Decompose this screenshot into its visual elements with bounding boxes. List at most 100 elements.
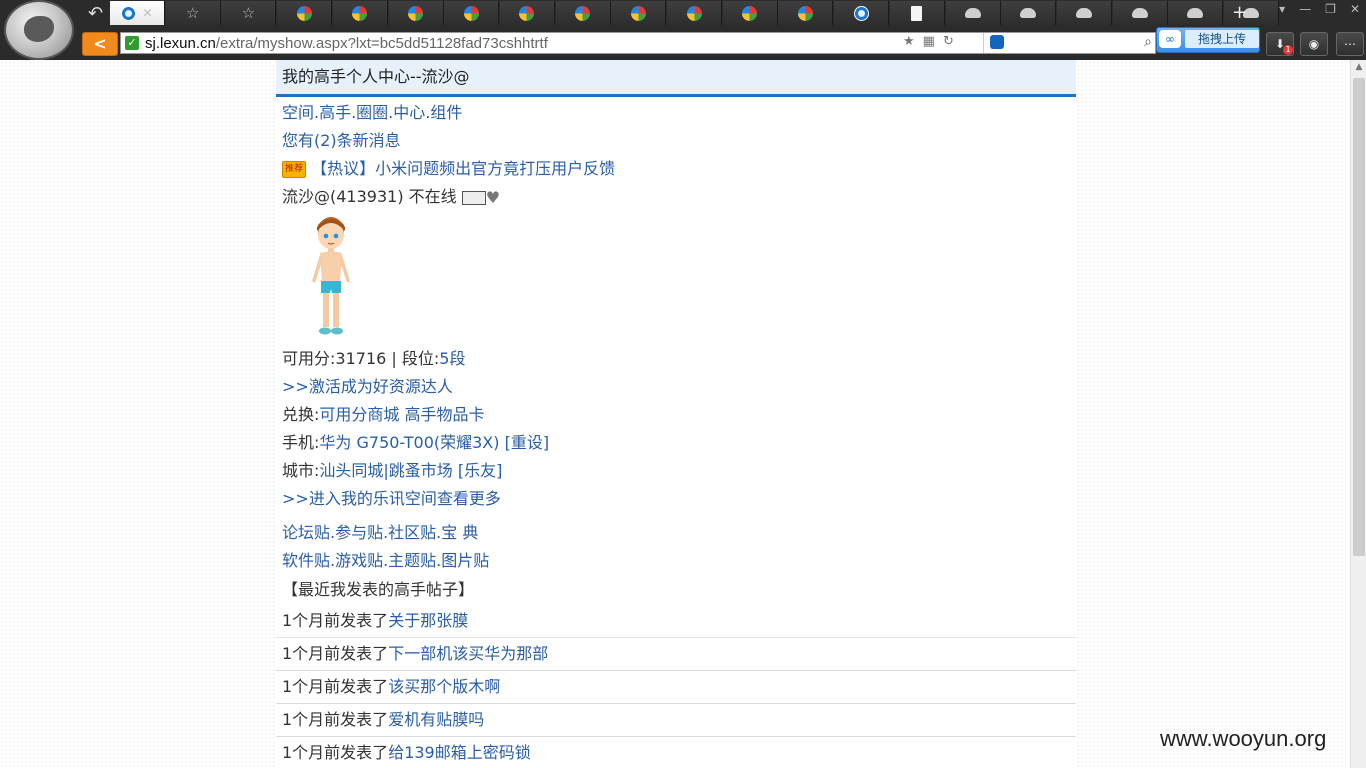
sina-icon: [296, 5, 312, 21]
cloud-icon: [1020, 8, 1037, 18]
new-tab-icon[interactable]: +: [1232, 2, 1247, 23]
profile-content: 空间.高手.圈圈.中心.组件 您有(2)条新消息 推荐 【热议】小米问题频出官方…: [276, 97, 1076, 605]
browser-tab[interactable]: [667, 1, 722, 25]
skin-icon[interactable]: ▾: [1279, 2, 1285, 16]
scroll-up-icon[interactable]: ▲: [1353, 62, 1365, 74]
phone-model-link[interactable]: 华为 G750-T00(荣耀3X): [319, 433, 499, 452]
download-button[interactable]: ⬇ 1: [1266, 32, 1294, 56]
page-scrollbar[interactable]: ▲: [1350, 60, 1366, 768]
menu-button[interactable]: ⋯: [1336, 32, 1364, 56]
drag-upload-label: 拖拽上传: [1185, 30, 1259, 48]
puma-logo-icon: [24, 16, 54, 42]
list-item: 1个月前发表了关于那张膜: [276, 605, 1076, 638]
url-path: /extra/myshow.aspx?lxt=bc5dd51128fad73cs…: [215, 35, 548, 52]
refresh-icon[interactable]: ↻: [943, 34, 954, 49]
rank-value[interactable]: 5段: [439, 349, 465, 368]
address-bar-tools: ★ ▦ ↻: [903, 34, 954, 49]
browser-tab[interactable]: ☆: [165, 1, 221, 25]
activate-link[interactable]: >>激活成为好资源达人: [282, 373, 1070, 401]
cloud-icon: [1131, 8, 1148, 18]
search-box[interactable]: ⌕: [983, 33, 1156, 53]
city-label: 城市:: [282, 461, 320, 480]
game-center-button[interactable]: ◉: [1300, 32, 1328, 56]
browser-tab[interactable]: [1056, 1, 1112, 25]
url-text[interactable]: sj.lexun.cn/extra/myshow.aspx?lxt=bc5dd5…: [145, 35, 548, 52]
browser-tab[interactable]: [388, 1, 444, 25]
search-engine-icon[interactable]: [990, 35, 1004, 49]
qr-code-icon[interactable]: ▦: [923, 34, 935, 49]
close-tab-icon[interactable]: ✕: [142, 6, 152, 20]
avatar[interactable]: [298, 211, 364, 341]
sina-icon: [630, 5, 646, 21]
sina-icon: [575, 5, 591, 21]
search-icon[interactable]: ⌕: [1144, 34, 1152, 50]
cloud-icon: [964, 8, 981, 18]
browser-tab[interactable]: [834, 1, 890, 25]
sina-icon: [742, 5, 758, 21]
back-button[interactable]: <: [82, 32, 118, 56]
post-time: 1个月前发表了: [282, 743, 389, 762]
browser-logo[interactable]: [6, 2, 72, 58]
ie-icon: [121, 5, 137, 21]
post-title-link[interactable]: 关于那张膜: [388, 611, 468, 630]
post-title-link[interactable]: 下一部机该买华为那部: [388, 644, 548, 663]
browser-tab[interactable]: [555, 1, 611, 25]
browser-tab[interactable]: ☆: [221, 1, 277, 25]
cloud-icon: [1075, 8, 1092, 18]
post-title-link[interactable]: 给139邮箱上密码锁: [388, 743, 531, 762]
scrollbar-thumb[interactable]: [1353, 78, 1365, 556]
browser-tab[interactable]: [332, 1, 388, 25]
browser-tab[interactable]: [1168, 1, 1224, 25]
download-count-badge: 1: [1283, 45, 1293, 55]
drag-upload-button[interactable]: ∞ 拖拽上传: [1156, 27, 1260, 53]
browser-tab[interactable]: [499, 1, 555, 25]
city-friends-link[interactable]: [乐友]: [458, 461, 503, 480]
nav-links[interactable]: 空间.高手.圈圈.中心.组件: [282, 99, 1070, 127]
cloud-icon: [1187, 8, 1204, 18]
recent-posts-heading: 【最近我发表的高手帖子】: [282, 580, 475, 599]
window-controls: ▾ — ❐ ✕: [1279, 2, 1360, 16]
user-status: 流沙@(413931) 不在线: [282, 187, 457, 206]
more-space-link[interactable]: >>进入我的乐讯空间查看更多: [282, 485, 1070, 513]
exchange-label: 兑换:: [282, 405, 320, 424]
browser-tab[interactable]: [444, 1, 500, 25]
browser-tab[interactable]: [277, 1, 333, 25]
recommend-badge: 推荐: [282, 161, 306, 178]
post-title-link[interactable]: 爱机有贴膜吗: [388, 710, 484, 729]
doc-icon: [911, 5, 923, 21]
hot-news-link[interactable]: 【热议】小米问题频出官方竟打压用户反馈: [311, 159, 615, 178]
phone-reset-link[interactable]: [重设]: [505, 433, 550, 452]
browser-tab[interactable]: [945, 1, 1001, 25]
address-bar[interactable]: ✓ sj.lexun.cn/extra/myshow.aspx?lxt=bc5d…: [120, 32, 1156, 54]
browser-tab[interactable]: [889, 1, 945, 25]
browser-tab[interactable]: [1112, 1, 1168, 25]
restore-icon[interactable]: ❐: [1325, 2, 1336, 16]
ie-icon: [853, 5, 869, 21]
browser-tab[interactable]: [1001, 1, 1057, 25]
post-category-links-1[interactable]: 论坛贴.参与贴.社区贴.宝 典: [282, 519, 1070, 547]
post-title-link[interactable]: 该买那个版木啊: [388, 677, 500, 696]
close-window-icon[interactable]: ✕: [1350, 2, 1360, 16]
browser-tab[interactable]: [778, 1, 834, 25]
browser-tab[interactable]: [611, 1, 667, 25]
cloud-link-icon: ∞: [1159, 30, 1181, 48]
post-category-links-2[interactable]: 软件贴.游戏贴.主题贴.图片贴: [282, 547, 1070, 575]
post-time: 1个月前发表了: [282, 644, 389, 663]
tab-bar: ✕ ☆ ☆: [80, 0, 1279, 26]
city-links[interactable]: 汕头同城|跳蚤市场: [319, 461, 452, 480]
minimize-icon[interactable]: —: [1299, 2, 1311, 16]
star-icon: ☆: [241, 3, 256, 22]
mobile-status-icon: [461, 190, 486, 205]
new-messages-link[interactable]: 您有(2)条新消息: [282, 127, 1070, 155]
sina-icon: [408, 5, 423, 21]
exchange-links[interactable]: 可用分商城 高手物品卡: [319, 405, 484, 424]
list-item: 1个月前发表了该买那个版木啊: [276, 671, 1076, 704]
post-time: 1个月前发表了: [282, 611, 389, 630]
bookmark-star-icon[interactable]: ★: [903, 34, 915, 49]
post-time: 1个月前发表了: [282, 710, 389, 729]
browser-tab[interactable]: ✕: [110, 1, 165, 25]
browser-tab[interactable]: [722, 1, 778, 25]
sina-icon: [463, 5, 479, 21]
watermark: www.wooyun.org: [1160, 726, 1327, 751]
page-title: 我的高手个人中心--流沙@: [276, 60, 1076, 97]
